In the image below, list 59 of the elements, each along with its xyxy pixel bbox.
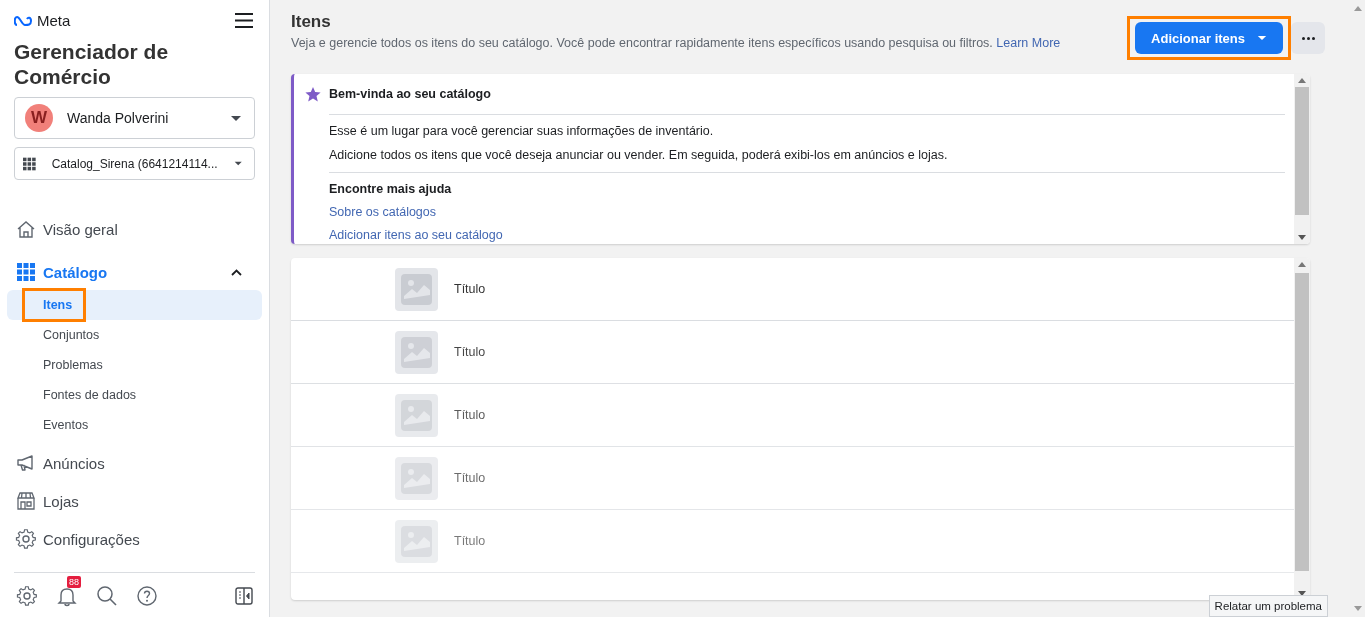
brand-name: Meta [37,12,71,29]
scroll-up-icon [1298,262,1306,267]
help-link[interactable]: Adicionar itens ao seu catálogo [329,228,1285,242]
item-title: Título [454,282,486,296]
home-icon [15,218,37,240]
card-title: Bem-vinda ao seu catálogo [329,87,491,101]
settings-icon[interactable] [16,585,38,607]
add-items-button[interactable]: Adicionar itens [1135,22,1283,54]
nav-subitem[interactable]: Eventos [7,416,89,434]
more-icon [1301,36,1315,40]
caret-icon [1257,35,1267,41]
caret-icon [230,114,242,122]
bell-icon[interactable] [56,585,78,607]
nav-item[interactable]: Visão geral [0,210,262,248]
nav-subitem[interactable]: Conjuntos [7,326,100,344]
item-title: Título [454,471,486,485]
help-link[interactable]: Sobre os catálogos [329,205,1285,219]
caret-icon [233,160,242,167]
meta-logo-icon [14,14,34,27]
account-selector[interactable]: W Wanda Polverini [14,97,255,139]
item-title: Título [454,408,486,422]
item-title: Título [454,345,486,359]
report-problem-tooltip[interactable]: Relatar um problema [1208,595,1328,617]
image-placeholder-icon [395,330,438,374]
nav-subitem[interactable]: Fontes de dados [7,386,137,404]
panel-toggle-icon[interactable] [235,587,253,605]
star-icon [305,86,321,102]
notification-badge: 88 [67,576,81,588]
avatar: W [25,104,53,132]
more-button[interactable] [1291,22,1325,54]
image-placeholder-icon [395,456,438,500]
image-placeholder-icon [395,519,438,563]
nav-subitem[interactable]: Problemas [7,356,103,374]
app-title: Gerenciador de Comércio [14,39,170,89]
scroll-down-icon [1298,235,1306,240]
search-icon[interactable] [96,585,118,607]
nav-item[interactable]: Lojas [0,482,262,520]
settings-icon [15,528,37,550]
page-title: Itens [291,12,332,32]
nav-subitem[interactable]: Itens [7,296,73,314]
image-placeholder-icon [395,267,438,311]
learn-more-link[interactable]: Learn More [996,36,1061,50]
nav-item[interactable]: Catálogo [0,254,262,290]
page-description: Veja e gerencie todos os itens do seu catálogo. Você pode encontrar rapidamente itens específicos usando pesquisa ou filtros. Learn More [291,36,1061,50]
grid-icon [15,261,37,283]
store-icon [15,490,37,512]
catalog-selector[interactable]: Catalog_Sirena (6641214114... [14,147,255,180]
chevron-up-icon [231,268,242,276]
nav-item[interactable]: Configurações [0,520,262,558]
scroll-up-icon [1298,78,1306,83]
help-heading: Encontre mais ajuda [329,182,453,196]
card-text: Esse é um lugar para você gerenciar suas informações de inventário. [329,124,715,138]
image-placeholder-icon [395,393,438,437]
help-icon[interactable] [136,585,158,607]
nav-item[interactable]: Anúncios [0,444,262,482]
scrollbar[interactable] [1294,74,1310,244]
menu-icon[interactable] [235,13,253,28]
item-title: Título [454,534,486,548]
card-text: Adicione todos os itens que você deseja anunciar ou vender. Em seguida, poderá exibi-los em anúncios e lojas. [329,148,949,162]
